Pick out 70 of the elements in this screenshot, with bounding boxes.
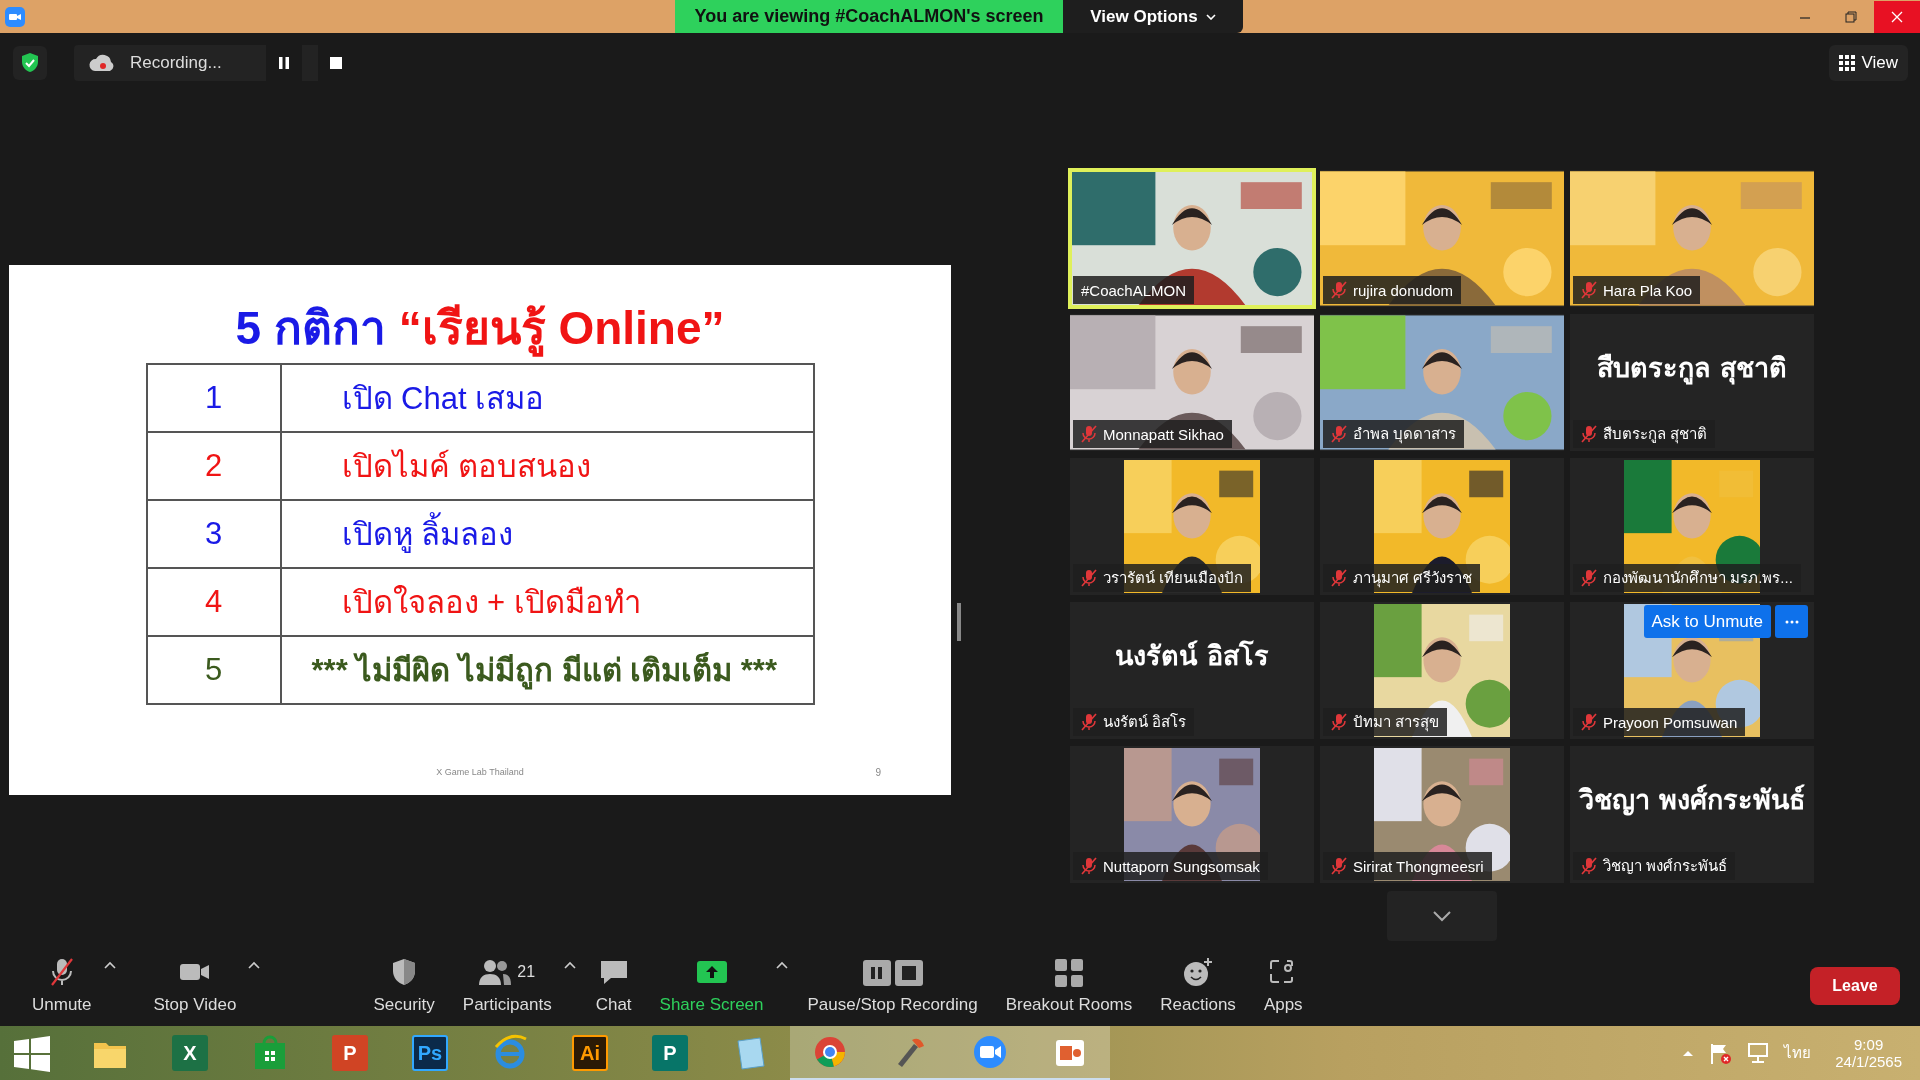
- toolbar-button[interactable]: Stop Video: [145, 952, 245, 1019]
- participant-tile[interactable]: ปัทมา สารสุข: [1320, 602, 1564, 739]
- participant-tile[interactable]: นงรัตน์ อิสโร นงรัตน์ อิสโร: [1070, 602, 1314, 739]
- table-cell: *** ไม่มีผิด ไม่มีถูก มีแต่ เติมเต็ม ***: [280, 636, 814, 704]
- table-cell: เปิด Chat เสมอ: [280, 364, 814, 432]
- table-cell: เปิดไมค์ ตอบสนอง: [280, 432, 814, 500]
- toolbar-button[interactable]: Breakout Rooms: [997, 952, 1141, 1019]
- display-name: วิชญา พงศ์กระพันธ์: [1578, 783, 1806, 818]
- recording-label: Recording...: [130, 53, 223, 73]
- taskbar-app-button[interactable]: Ps: [390, 1026, 470, 1080]
- taskbar-app-button[interactable]: P: [630, 1026, 710, 1080]
- participant-name: วิชญา พงศ์กระพันธ์: [1603, 856, 1728, 876]
- participant-tile[interactable]: สืบตระกูล สุชาติ สืบตระกูล สุชาติ: [1570, 314, 1814, 451]
- table-cell: 5: [146, 636, 281, 704]
- toolbar-button[interactable]: Share Screen: [651, 952, 772, 1019]
- participant-name: ภานุมาศ ศรีวังราช: [1353, 568, 1473, 590]
- slide-footer: X Game Lab Thailand: [436, 767, 524, 777]
- participant-tile[interactable]: Nuttaporn Sungsomsak: [1070, 746, 1314, 883]
- display-name: สืบตระกูล สุชาติ: [1596, 351, 1788, 387]
- toolbar-button[interactable]: Reactions: [1152, 952, 1244, 1019]
- toolbar-button[interactable]: Unmute: [24, 952, 100, 1019]
- slide-title: 5 กติกา: [235, 302, 387, 354]
- participant-name: rujira donudom: [1353, 281, 1454, 299]
- participant-tile[interactable]: Ask to Unmute Prayoon Pomsuwan: [1570, 602, 1814, 739]
- participant-name: #CoachALMON: [1081, 281, 1187, 299]
- display-name: นงรัตน์ อิสโร: [1115, 639, 1269, 673]
- table-cell: 4: [146, 568, 281, 636]
- toolbar-button[interactable]: Apps: [1255, 952, 1311, 1019]
- participant-name: สืบตระกูล สุชาติ: [1603, 424, 1708, 446]
- participant-name: นงรัตน์ อิสโร: [1103, 712, 1187, 732]
- screen-share-banner: You are viewing #CoachALMON's screen: [675, 0, 1063, 33]
- participant-name: Sirirat Thongmeesri: [1353, 857, 1484, 875]
- table-cell: 1: [146, 364, 281, 432]
- toolbar-button[interactable]: Pause/Stop Recording: [799, 952, 986, 1019]
- toolbar-button[interactable]: Security: [365, 952, 443, 1019]
- participant-name: อำพล บุดดาสาร: [1353, 424, 1457, 446]
- view-button[interactable]: View: [1829, 45, 1908, 81]
- clock-date: 24/1/2565: [1835, 1053, 1902, 1070]
- participant-name: กองพัฒนานักศึกษา มรภ.พร...: [1603, 568, 1793, 588]
- participant-name: Prayoon Pomsuwan: [1603, 713, 1738, 731]
- photo-editor-app-icon: Ps: [412, 1035, 448, 1071]
- view-options-button[interactable]: View Options: [1063, 0, 1243, 33]
- ask-to-unmute-button[interactable]: Ask to Unmute: [1643, 605, 1771, 638]
- spreadsheet-app-icon: X: [172, 1035, 208, 1071]
- publisher-app-icon: P: [652, 1035, 688, 1071]
- leave-button[interactable]: Leave: [1810, 966, 1900, 1005]
- toolbar-button[interactable]: Chat: [587, 952, 640, 1019]
- presentation-app-icon: P: [332, 1035, 368, 1071]
- clock-time: 9:09: [1854, 1036, 1884, 1053]
- participant-count: 21: [517, 962, 536, 981]
- participant-name: ปัทมา สารสุข: [1353, 712, 1440, 734]
- page-number: 9: [875, 767, 881, 778]
- vector-app-icon: Ai: [572, 1035, 608, 1071]
- participant-tile[interactable]: Sirirat Thongmeesri: [1320, 746, 1564, 883]
- participant-tile[interactable]: วรารัตน์ เทียนเมืองปัก: [1070, 458, 1314, 595]
- participant-tile[interactable]: กองพัฒนานักศึกษา มรภ.พร...: [1570, 458, 1814, 595]
- participant-tile[interactable]: วิชญา พงศ์กระพันธ์ วิชญา พงศ์กระพันธ์: [1570, 746, 1814, 883]
- participant-name: Monnapatt Sikhao: [1103, 425, 1224, 443]
- participant-name: วรารัตน์ เทียนเมืองปัก: [1103, 568, 1244, 588]
- taskbar-app-button[interactable]: X: [150, 1026, 230, 1080]
- toolbar-button[interactable]: 21 Participants: [454, 952, 560, 1019]
- participant-name: Nuttaporn Sungsomsak: [1103, 857, 1260, 875]
- table-cell: 3: [146, 500, 281, 568]
- table-cell: เปิดใจลอง + เปิดมือทำ: [280, 568, 814, 636]
- participant-tile[interactable]: ภานุมาศ ศรีวังราช: [1320, 458, 1564, 595]
- table-cell: 2: [146, 432, 281, 500]
- participant-name: Hara Pla Koo: [1603, 281, 1693, 299]
- table-cell: เปิดหู ลิ้มลอง: [280, 500, 814, 568]
- taskbar-app-button[interactable]: Ai: [550, 1026, 630, 1080]
- taskbar-app-button[interactable]: P: [310, 1026, 390, 1080]
